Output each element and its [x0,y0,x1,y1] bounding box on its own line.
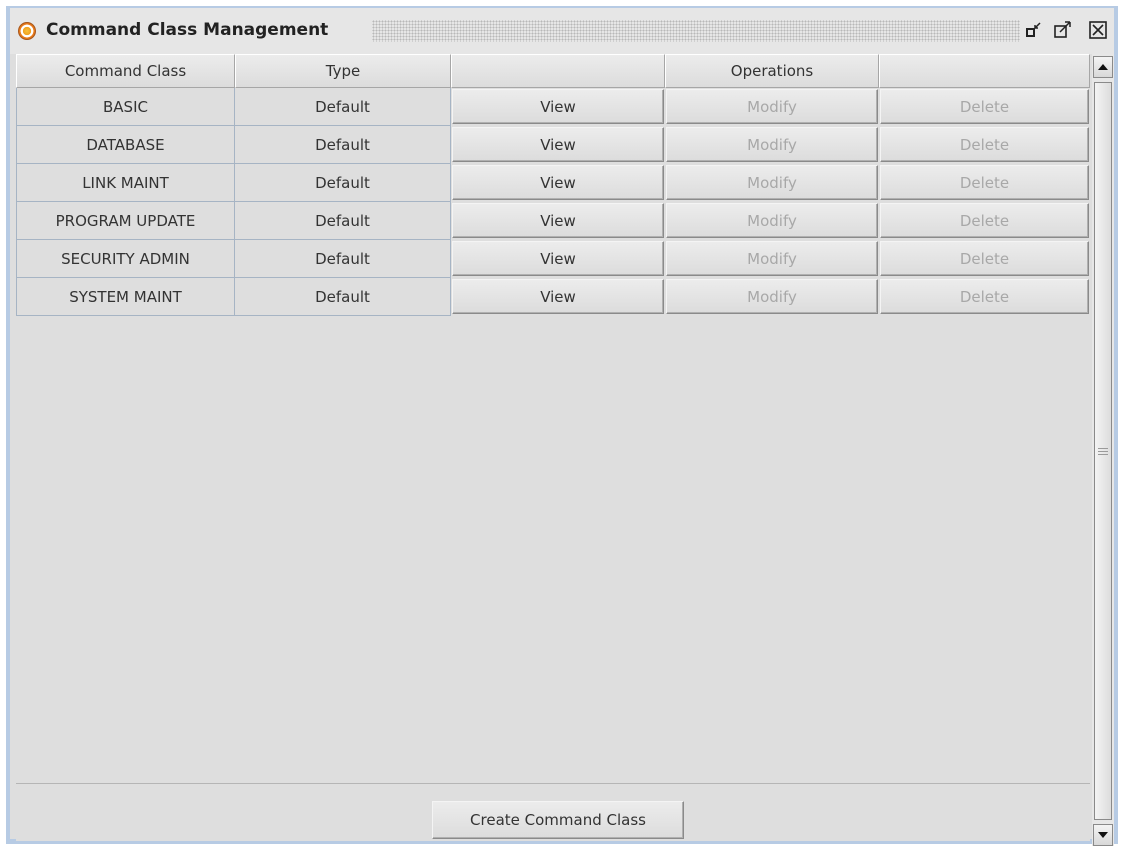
table-row[interactable]: SECURITY ADMIN Default View Modify Delet… [16,240,1090,278]
type-cell: Default [235,88,451,126]
app-logo-icon [18,22,36,40]
maximize-icon[interactable] [1053,20,1073,40]
modify-button[interactable]: Modify [666,127,878,162]
command-class-table: Command Class Type Operations BASIC Defa… [16,54,1090,784]
create-command-class-button[interactable]: Create Command Class [432,801,684,839]
scroll-down-arrow-icon[interactable] [1093,824,1113,846]
restore-down-icon[interactable] [1024,20,1044,40]
type-cell: Default [235,202,451,240]
view-button[interactable]: View [452,279,664,314]
modify-button[interactable]: Modify [666,241,878,276]
view-button[interactable]: View [452,241,664,276]
delete-button[interactable]: Delete [880,241,1089,276]
title-bar[interactable]: Command Class Management [10,8,1114,54]
delete-button[interactable]: Delete [880,127,1089,162]
table-row[interactable]: LINK MAINT Default View Modify Delete [16,164,1090,202]
type-cell: Default [235,278,451,316]
header-operations[interactable]: Operations [665,54,879,88]
footer-panel: Create Command Class [16,785,1090,841]
grip-icon [1098,446,1108,457]
command-class-cell: LINK MAINT [16,164,235,202]
header-command-class[interactable]: Command Class [16,54,235,88]
table-row[interactable]: PROGRAM UPDATE Default View Modify Delet… [16,202,1090,240]
command-class-cell: PROGRAM UPDATE [16,202,235,240]
command-class-cell: BASIC [16,88,235,126]
header-type[interactable]: Type [235,54,451,88]
modify-button[interactable]: Modify [666,203,878,238]
delete-button[interactable]: Delete [880,203,1089,238]
view-button[interactable]: View [452,127,664,162]
close-icon[interactable] [1088,20,1108,40]
scroll-up-arrow-icon[interactable] [1093,56,1113,78]
command-class-cell: DATABASE [16,126,235,164]
header-delete-column[interactable] [879,54,1090,88]
command-class-cell: SECURITY ADMIN [16,240,235,278]
delete-button[interactable]: Delete [880,165,1089,200]
table-row[interactable]: SYSTEM MAINT Default View Modify Delete [16,278,1090,316]
modify-button[interactable]: Modify [666,279,878,314]
scrollbar-thumb[interactable] [1094,82,1112,820]
title-drag-area[interactable] [372,20,1020,42]
table-row[interactable]: BASIC Default View Modify Delete [16,88,1090,126]
view-button[interactable]: View [452,89,664,124]
modify-button[interactable]: Modify [666,165,878,200]
view-button[interactable]: View [452,165,664,200]
command-class-window: Command Class Management Command Class T… [6,6,1118,846]
window-title: Command Class Management [46,20,329,40]
delete-button[interactable]: Delete [880,89,1089,124]
type-cell: Default [235,164,451,202]
header-view-column[interactable] [451,54,665,88]
vertical-scrollbar[interactable] [1092,54,1114,846]
table-row[interactable]: DATABASE Default View Modify Delete [16,126,1090,164]
command-class-cell: SYSTEM MAINT [16,278,235,316]
modify-button[interactable]: Modify [666,89,878,124]
type-cell: Default [235,240,451,278]
delete-button[interactable]: Delete [880,279,1089,314]
view-button[interactable]: View [452,203,664,238]
type-cell: Default [235,126,451,164]
table-header: Command Class Type Operations [16,54,1090,88]
